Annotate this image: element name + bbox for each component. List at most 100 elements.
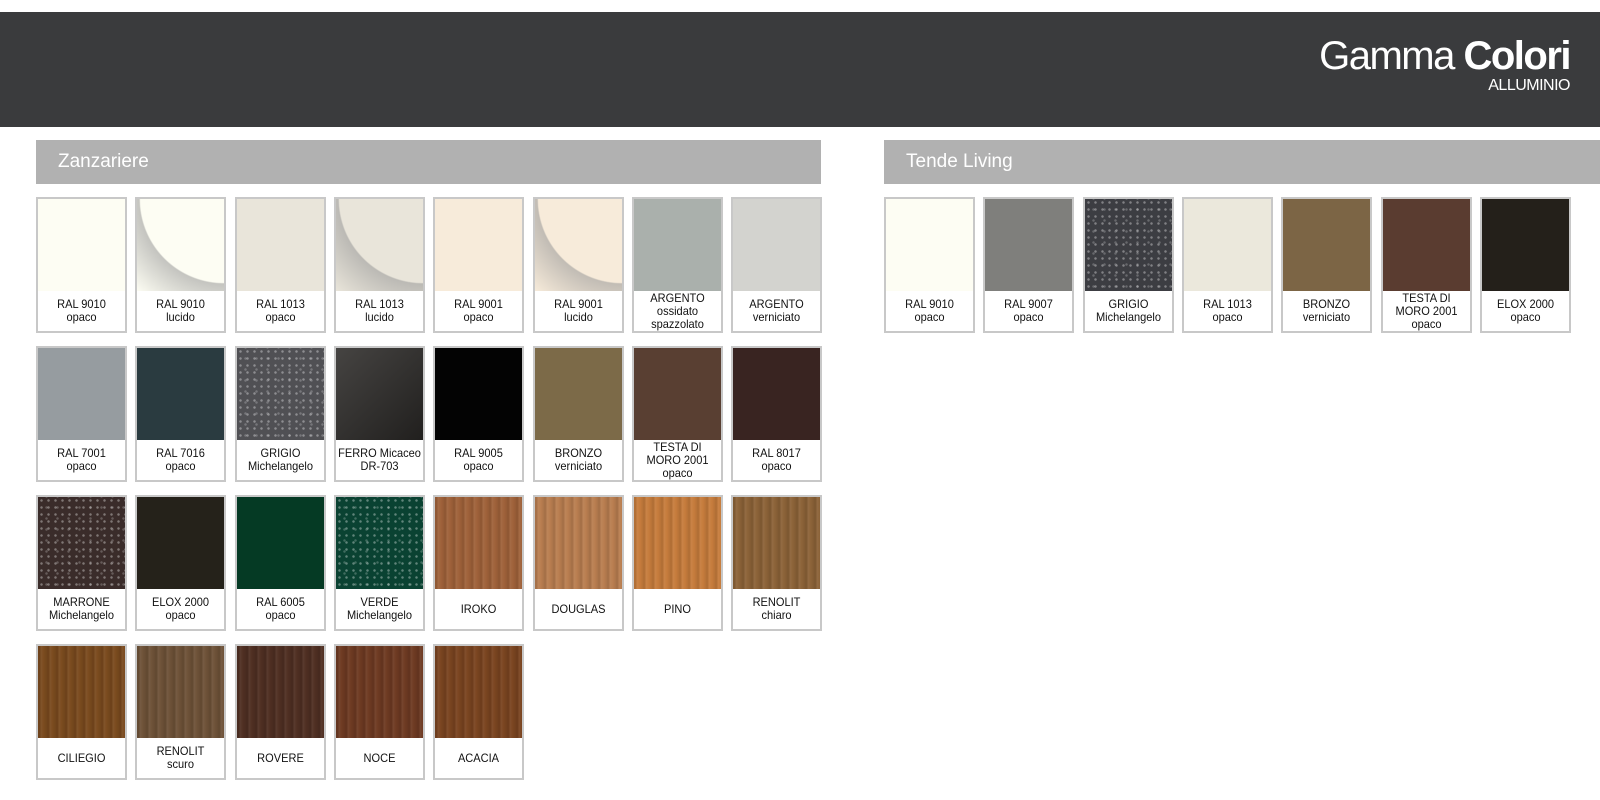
color-chip — [237, 646, 324, 738]
swatch-label-line: DOUGLAS — [551, 601, 606, 616]
swatch-label: RAL 9010 lucido — [140, 291, 220, 331]
swatch-label-line: Michelangelo — [346, 608, 413, 622]
color-chip — [336, 348, 423, 440]
swatch-label-line: NOCE — [363, 750, 396, 765]
swatch-label-line: MORO 2001 — [1395, 303, 1458, 318]
swatch-label-line: opaco — [1013, 310, 1044, 324]
color-chip — [38, 646, 125, 738]
swatch-label: RAL 9007 opaco — [988, 291, 1068, 331]
swatch-label: GRIGIO Michelangelo — [240, 440, 320, 480]
color-swatch: RAL 7001 opaco — [36, 346, 127, 482]
color-swatch: RAL 6005 opaco — [235, 495, 326, 631]
swatch-label-line: Michelangelo — [247, 459, 314, 473]
swatch-label-line: opaco — [761, 459, 792, 473]
color-chip — [336, 199, 423, 291]
color-chip — [733, 199, 820, 291]
color-chip — [634, 497, 721, 589]
color-swatch: ARGENTO verniciato — [731, 197, 822, 333]
title-bold: Colori — [1463, 34, 1571, 78]
swatch-label: RENOLIT chiaro — [736, 589, 816, 629]
swatch-label-line: MORO 2001 — [646, 452, 709, 467]
color-swatch: RAL 9007 opaco — [983, 197, 1074, 333]
swatch-label-line: Michelangelo — [48, 608, 115, 622]
color-chip — [1283, 199, 1370, 291]
swatch-label-line: ARGENTO — [650, 290, 705, 305]
brand-block: Gamma Colori ALLUMINIO — [1319, 34, 1571, 94]
color-swatch: BRONZO verniciato — [1281, 197, 1372, 333]
color-swatch: RAL 7016 opaco — [135, 346, 226, 482]
color-chip — [733, 348, 820, 440]
color-swatch: BRONZO verniciato — [533, 346, 624, 482]
swatch-label-line: opaco — [66, 310, 97, 324]
swatch-label: GRIGIO Michelangelo — [1088, 291, 1168, 331]
swatch-label: BRONZO verniciato — [1286, 291, 1366, 331]
swatch-label-line: lucido — [166, 310, 195, 324]
color-swatch: RAL 9010 opaco — [36, 197, 127, 333]
color-chip — [886, 199, 973, 291]
swatch-label: RAL 9001 opaco — [438, 291, 518, 331]
page-title: Gamma Colori — [1319, 34, 1571, 78]
color-chip — [435, 199, 522, 291]
color-swatch: RAL 1013 opaco — [1182, 197, 1273, 333]
swatch-label-line: opaco — [463, 459, 494, 473]
swatch-label: NOCE — [339, 738, 419, 778]
swatch-label-line: opaco — [662, 465, 693, 480]
color-swatch: RAL 9010 opaco — [884, 197, 975, 333]
swatch-label: BRONZO verniciato — [538, 440, 618, 480]
swatch-label-line: TESTA DI — [653, 439, 702, 454]
color-chip — [237, 348, 324, 440]
color-chip — [1482, 199, 1569, 291]
color-swatch: VERDE Michelangelo — [334, 495, 425, 631]
page-subtitle: ALLUMINIO — [1488, 77, 1570, 94]
color-swatch: MARRONE Michelangelo — [36, 495, 127, 631]
color-swatch: DOUGLAS — [533, 495, 624, 631]
color-swatch: TESTA DI MORO 2001 opaco — [1381, 197, 1472, 333]
color-chip — [38, 497, 125, 589]
color-swatch: RAL 9005 opaco — [433, 346, 524, 482]
color-chip — [38, 348, 125, 440]
swatch-label: RAL 1013 lucido — [339, 291, 419, 331]
section-title-tende-living: Tende Living — [884, 140, 1600, 184]
color-swatch: ARGENTO ossidato spazzolato — [632, 197, 723, 333]
swatch-label-line: scuro — [167, 757, 194, 771]
swatch-label: RAL 8017 opaco — [736, 440, 816, 480]
swatch-label: ACACIA — [438, 738, 518, 778]
color-swatch: RAL 8017 opaco — [731, 346, 822, 482]
swatch-label-line: opaco — [165, 459, 196, 473]
swatch-label-line: opaco — [914, 310, 945, 324]
swatch-label-line: opaco — [66, 459, 97, 473]
swatch-label-line: opaco — [463, 310, 494, 324]
color-chip — [336, 497, 423, 589]
color-chip — [137, 348, 224, 440]
swatch-label: RAL 7016 opaco — [140, 440, 220, 480]
swatch-label-line: lucido — [564, 310, 593, 324]
swatch-label: RAL 1013 opaco — [1187, 291, 1267, 331]
swatch-label: DOUGLAS — [538, 589, 618, 629]
color-swatch: RENOLIT scuro — [135, 644, 226, 780]
color-swatch: ELOX 2000 opaco — [1480, 197, 1571, 333]
color-swatch: FERRO Micaceo DR-703 — [334, 346, 425, 482]
swatch-label: PINO — [637, 589, 717, 629]
swatch-label: ARGENTO verniciato — [736, 291, 816, 331]
swatch-label: FERRO Micaceo DR-703 — [338, 440, 421, 480]
swatch-label: MARRONE Michelangelo — [41, 589, 121, 629]
swatch-label-line: opaco — [1510, 310, 1541, 324]
color-chip — [435, 646, 522, 738]
color-chip — [634, 348, 721, 440]
swatch-label-line: ROVERE — [257, 750, 304, 765]
color-chip — [137, 646, 224, 738]
color-swatch: RAL 9001 lucido — [533, 197, 624, 333]
swatch-label: CILIEGIO — [41, 738, 121, 778]
color-swatch: IROKO — [433, 495, 524, 631]
swatch-label-line: opaco — [1411, 316, 1442, 331]
color-swatch: RAL 9010 lucido — [135, 197, 226, 333]
color-chip — [38, 199, 125, 291]
swatch-label: RAL 9005 opaco — [438, 440, 518, 480]
swatch-label-line: ossidato — [656, 303, 699, 318]
color-chip — [336, 646, 423, 738]
swatch-label: RAL 9010 opaco — [41, 291, 121, 331]
swatch-label-line: PINO — [664, 601, 691, 616]
swatch-label-line: verniciato — [554, 459, 603, 473]
swatch-label: IROKO — [438, 589, 518, 629]
swatch-label-line: CILIEGIO — [57, 750, 106, 765]
